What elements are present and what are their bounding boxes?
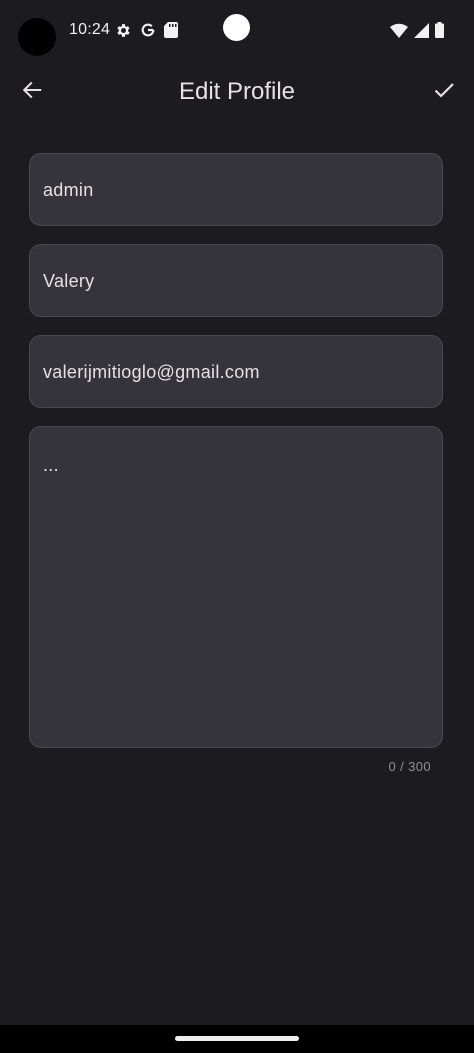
- settings-gear-icon: [115, 22, 132, 39]
- app-bar: Edit Profile: [0, 62, 474, 122]
- camera-cutout: [18, 18, 56, 56]
- battery-icon: [435, 22, 444, 38]
- cell-signal-icon: [414, 22, 429, 38]
- save-button[interactable]: [424, 72, 464, 112]
- sd-card-icon: [164, 22, 178, 38]
- bio-value: ...: [43, 455, 59, 475]
- email-field[interactable]: valerijmitioglo@gmail.com: [29, 335, 443, 408]
- name-field[interactable]: Valery: [29, 244, 443, 317]
- status-icons-left: [115, 20, 178, 40]
- gesture-handle[interactable]: [175, 1036, 299, 1041]
- status-time: 10:24: [69, 21, 111, 38]
- status-icons-right: [390, 20, 444, 40]
- wifi-icon: [390, 23, 408, 38]
- name-value: Valery: [43, 271, 95, 291]
- username-value: admin: [43, 180, 94, 200]
- page-title: Edit Profile: [178, 78, 296, 105]
- navigation-bar: [0, 1025, 474, 1053]
- edit-profile-screen: 10:24 Edit Profile admin Valery valerijm…: [0, 0, 474, 1053]
- check-icon: [432, 78, 456, 107]
- bio-field[interactable]: ...: [29, 426, 443, 748]
- bio-character-counter: 0 / 300: [388, 759, 431, 774]
- status-bar: 10:24: [0, 0, 474, 62]
- center-dot-indicator: [223, 14, 250, 41]
- email-value: valerijmitioglo@gmail.com: [43, 362, 260, 382]
- username-field[interactable]: admin: [29, 153, 443, 226]
- google-g-icon: [140, 22, 156, 38]
